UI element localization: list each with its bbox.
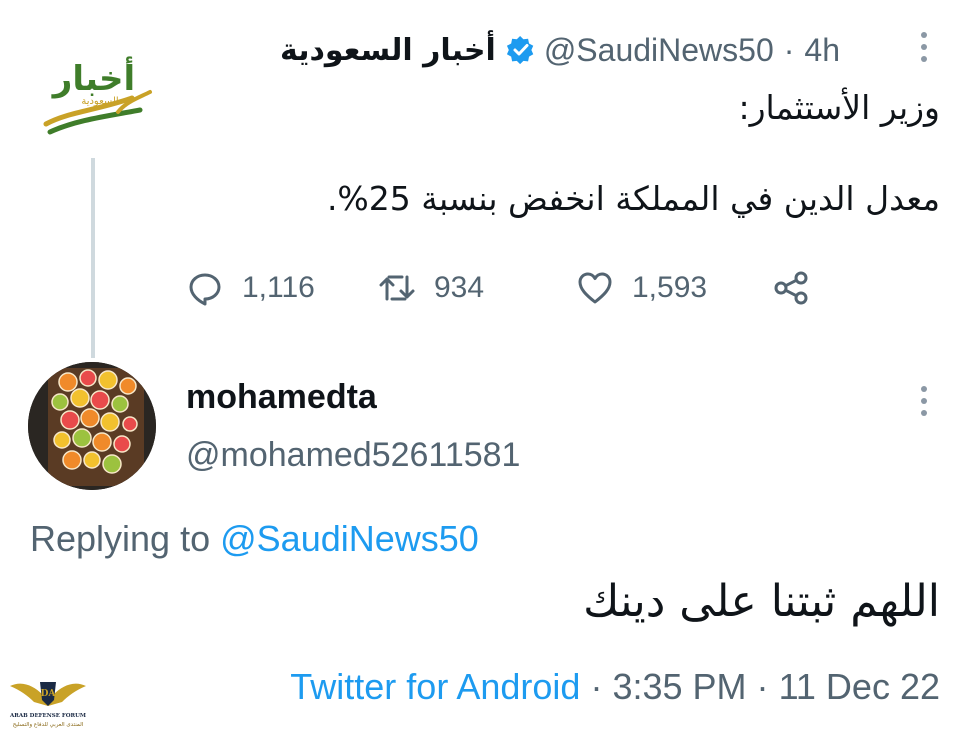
replying-to-mention[interactable]: @SaudiNews50: [220, 518, 479, 559]
author-handle[interactable]: @SaudiNews50: [544, 32, 774, 69]
logo-title: أخبار: [51, 56, 135, 99]
tweet-text-line1: وزير الأستثمار:: [738, 88, 941, 127]
reply-body: اللهم ثبتنا على دينك: [583, 576, 940, 627]
like-count: 1,593: [632, 271, 708, 304]
author-display-name[interactable]: أخبار السعودية: [280, 33, 496, 68]
reply-time[interactable]: 3:35 PM: [612, 666, 746, 707]
mohamedta-avatar[interactable]: [28, 362, 156, 490]
reply-date[interactable]: 11 Dec 22: [779, 666, 940, 707]
more-options-icon[interactable]: [918, 30, 930, 66]
tweet-header: أخبار السعودية @SaudiNews50 · 4h: [280, 28, 840, 72]
meta-separator-2: ·: [756, 666, 769, 707]
eagle-shield-logo: DA ARAB DEFENSE FORUM المنتدى العربي للد…: [9, 682, 86, 728]
reply-meta: Twitter for Android · 3:35 PM · 11 Dec 2…: [290, 666, 940, 708]
tweet-time[interactable]: 4h: [804, 32, 840, 69]
replying-to-label: Replying to: [30, 518, 211, 559]
saudinews-avatar[interactable]: أخبار السعودية: [28, 28, 160, 160]
reply-author-handle[interactable]: @mohamed52611581: [186, 436, 520, 475]
saudinews-logo: أخبار السعودية: [43, 56, 152, 135]
retweet-arrows-icon: [379, 275, 415, 301]
reply-more-options-icon[interactable]: [918, 384, 930, 420]
tweet-actions: 1,116 934 1,593: [180, 262, 820, 314]
tweet-text-line2: معدل الدين في المملكة انخفض بنسبة 25%.: [326, 178, 940, 218]
reply-author-display-name[interactable]: mohamedta: [186, 378, 377, 417]
share-nodes-icon: [774, 271, 808, 305]
like-button[interactable]: 1,593: [576, 269, 707, 307]
share-button[interactable]: [772, 269, 828, 307]
heart-icon: [578, 272, 612, 304]
verified-badge-icon: [506, 35, 536, 65]
retweet-count: 934: [434, 271, 485, 304]
thread-connector-line: [91, 158, 95, 358]
retweet-button[interactable]: 934: [378, 269, 484, 307]
header-separator: ·: [783, 31, 795, 68]
watermark-line1: ARAB DEFENSE FORUM: [9, 713, 86, 719]
speech-bubble-icon: [189, 273, 221, 306]
tweet-source-link[interactable]: Twitter for Android: [290, 666, 580, 707]
meta-separator-1: ·: [590, 666, 603, 707]
reply-count: 1,116: [242, 271, 315, 304]
watermark-logo-text: DA: [41, 689, 57, 699]
tweet-body: وزير الأستثمار: معدل الدين في المملكة ان…: [300, 86, 940, 221]
citrus-slices-image: [28, 362, 156, 490]
reply-button[interactable]: 1,116: [186, 269, 315, 307]
watermark-line2: المنتدى العربي للدفاع والتسليح: [13, 722, 84, 728]
replying-to: Replying to @SaudiNews50: [30, 518, 479, 560]
arab-defense-forum-watermark: DA ARAB DEFENSE FORUM المنتدى العربي للد…: [6, 666, 90, 730]
